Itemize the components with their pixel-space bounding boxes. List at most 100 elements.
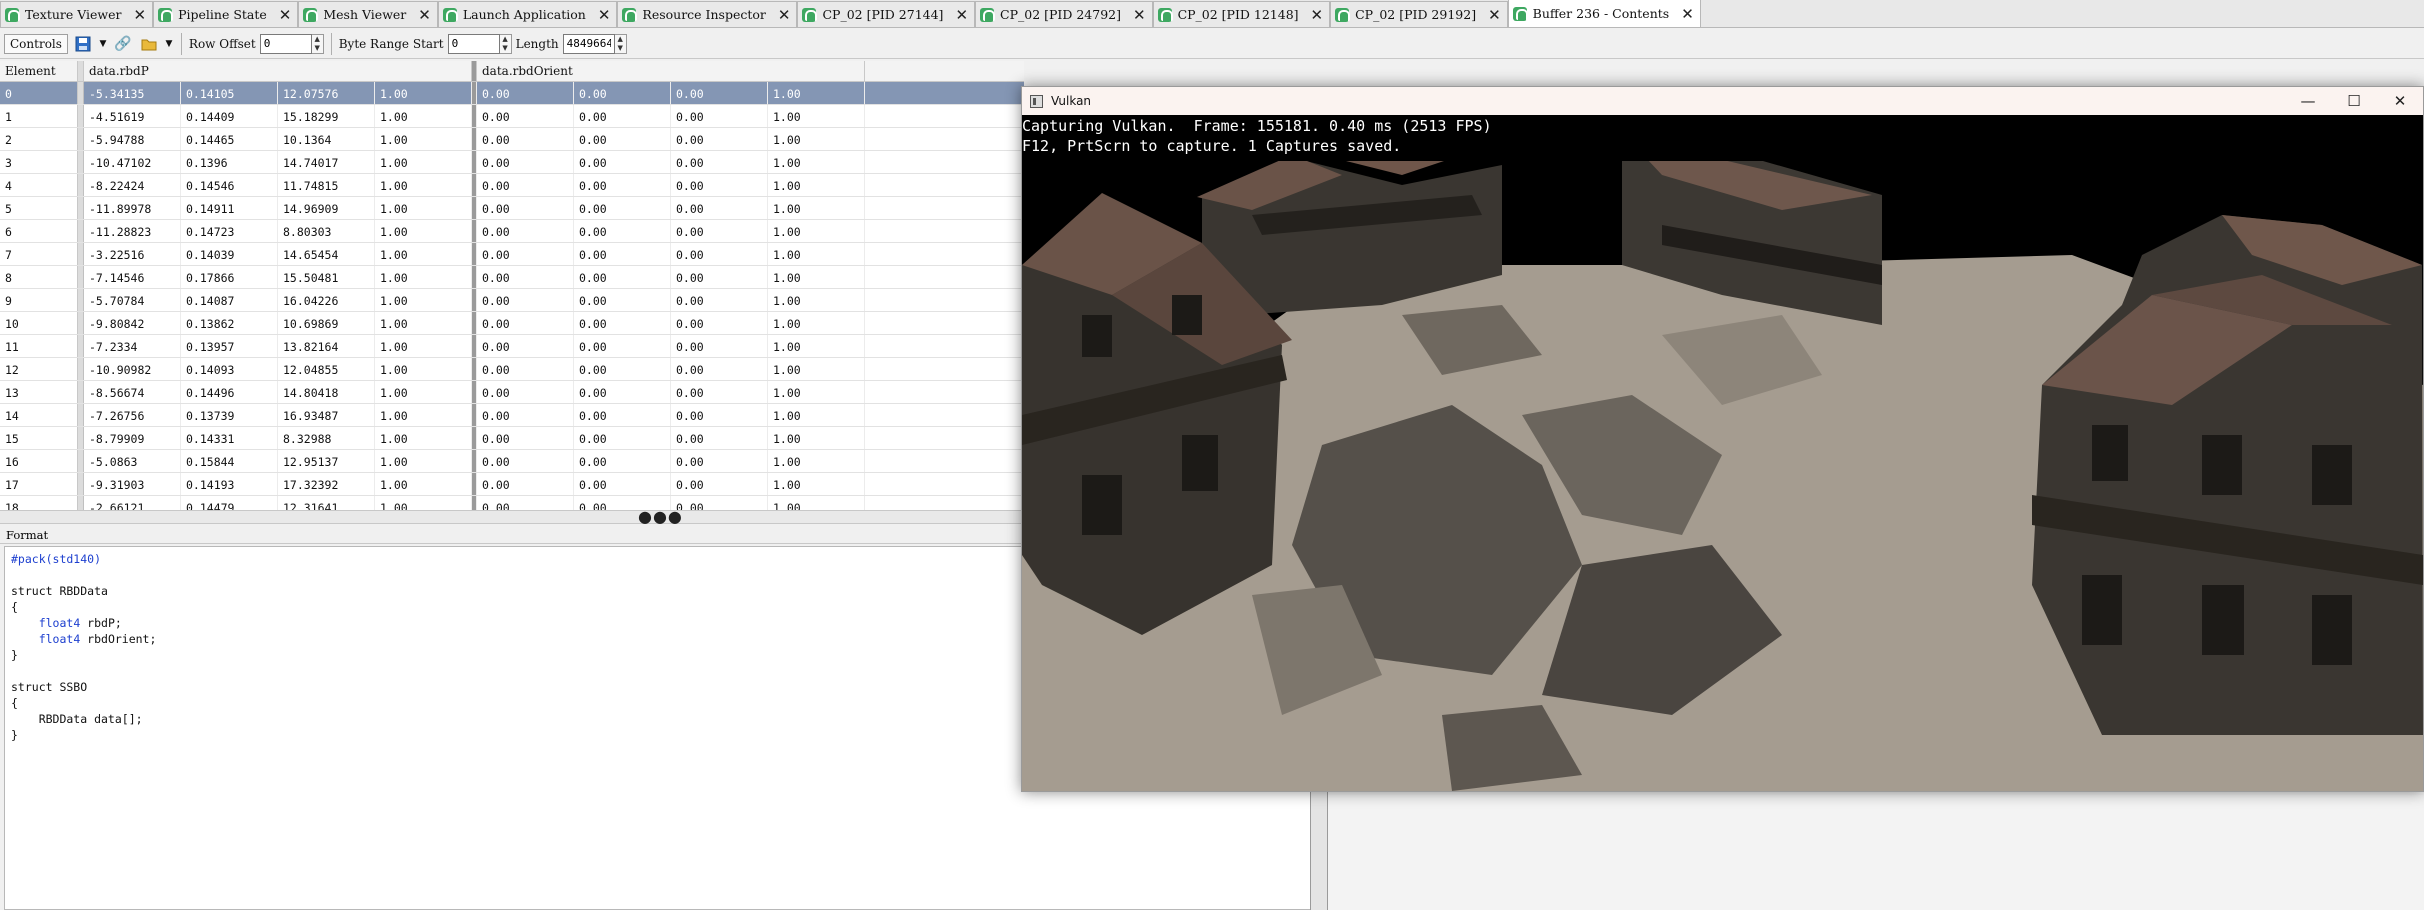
table-row[interactable]: 2 -5.94788 0.14465 10.1364 1.00 0.00 0.00 0.00 1…	[0, 128, 1024, 151]
tab-1[interactable]: Pipeline State ✕	[153, 1, 299, 27]
cell-rbdp: -8.22424	[84, 174, 181, 196]
table-row[interactable]: 16 -5.0863 0.15844 12.95137 1.00 0.00 0.00 0.00…	[0, 450, 1024, 473]
table-row[interactable]: 5 -11.89978 0.14911 14.96909 1.00 0.00 0.00 0.0…	[0, 197, 1024, 220]
cell-rbdp: 1.00	[375, 82, 472, 104]
table-row[interactable]: 4 -8.22424 0.14546 11.74815 1.00 0.00 0.00 0.00…	[0, 174, 1024, 197]
tab-close-icon[interactable]: ✕	[1311, 6, 1324, 24]
buffer-table[interactable]: Element data.rbdP data.rbdOrient 0 -5.341…	[0, 61, 1024, 510]
vulkan-window[interactable]: Vulkan — ☐ ✕ Capturing Vulkan. Frame: 15…	[1021, 86, 2424, 792]
cell-rbdorient: 1.00	[768, 404, 865, 426]
table-row[interactable]: 13 -8.56674 0.14496 14.80418 1.00 0.00 0.00 0.0…	[0, 381, 1024, 404]
cell-rbdp: 14.96909	[278, 197, 375, 219]
vulkan-render-viewport[interactable]: Capturing Vulkan. Frame: 155181. 0.40 ms…	[1022, 115, 2423, 791]
tab-8[interactable]: CP_02 [PID 29192] ✕	[1330, 1, 1508, 27]
renderdoc-tab-icon	[303, 7, 319, 22]
tab-close-icon[interactable]: ✕	[778, 6, 791, 24]
row-offset-input[interactable]	[259, 33, 312, 54]
tab-close-icon[interactable]: ✕	[598, 6, 611, 24]
renderdoc-tab-icon	[802, 7, 818, 22]
link-icon[interactable]: 🔗	[112, 33, 134, 55]
dropdown-arrow-icon[interactable]: ▼	[164, 33, 174, 55]
cell-rbdorient: 0.00	[477, 128, 574, 150]
dropdown-arrow-icon[interactable]: ▼	[98, 33, 108, 55]
table-row[interactable]: 14 -7.26756 0.13739 16.93487 1.00 0.00 0.00 0.0…	[0, 404, 1024, 427]
tab-close-icon[interactable]: ✕	[1681, 5, 1694, 23]
save-icon[interactable]	[72, 33, 94, 55]
tab-close-icon[interactable]: ✕	[279, 6, 292, 24]
cell-rbdp: 8.32988	[278, 427, 375, 449]
length-stepper[interactable]: ▲ ▼	[614, 33, 627, 54]
table-row[interactable]: 15 -8.79909 0.14331 8.32988 1.00 0.00 0.00 0.00…	[0, 427, 1024, 450]
table-row[interactable]: 3 -10.47102 0.1396 14.74017 1.00 0.00 0.00 0.00…	[0, 151, 1024, 174]
cell-rbdorient: 0.00	[574, 335, 671, 357]
cell-rbdorient: 0.00	[477, 496, 574, 510]
row-offset-stepper[interactable]: ▲ ▼	[311, 33, 324, 54]
length-input[interactable]	[562, 33, 615, 54]
cell-rbdorient: 0.00	[477, 335, 574, 357]
tab-close-icon[interactable]: ✕	[418, 6, 431, 24]
cell-element: 11	[0, 335, 78, 357]
table-row[interactable]: 7 -3.22516 0.14039 14.65454 1.00 0.00 0.00 0.00…	[0, 243, 1024, 266]
tab-3[interactable]: Launch Application ✕	[437, 1, 618, 27]
tab-4[interactable]: Resource Inspector ✕	[617, 1, 798, 27]
column-header-element[interactable]: Element	[0, 61, 78, 81]
tab-7[interactable]: CP_02 [PID 12148] ✕	[1152, 1, 1331, 27]
cell-element: 18	[0, 496, 78, 510]
tab-close-icon[interactable]: ✕	[134, 6, 147, 24]
cell-rbdp: -4.51619	[84, 105, 181, 127]
table-row[interactable]: 6 -11.28823 0.14723 8.80303 1.00 0.00 0.00 0.00…	[0, 220, 1024, 243]
cell-rbdorient: 1.00	[768, 174, 865, 196]
cell-rbdorient: 0.00	[477, 381, 574, 403]
column-header-rbdp[interactable]: data.rbdP	[84, 61, 472, 81]
controls-button[interactable]: Controls	[4, 33, 68, 54]
renderdoc-tab-icon	[1335, 7, 1351, 22]
table-row[interactable]: 18 -2.66121 0.14479 12.31641 1.00 0.00 0.00 0.0…	[0, 496, 1024, 510]
cell-rbdp: -8.56674	[84, 381, 181, 403]
vulkan-titlebar[interactable]: Vulkan — ☐ ✕	[1022, 87, 2423, 115]
close-icon[interactable]: ✕	[2377, 87, 2423, 115]
tab-6[interactable]: CP_02 [PID 24792] ✕	[975, 1, 1153, 27]
table-row[interactable]: 10 -9.80842 0.13862 10.69869 1.00 0.00 0.00 0.0…	[0, 312, 1024, 335]
cell-rbdorient: 0.00	[477, 105, 574, 127]
tab-label: Resource Inspector	[642, 7, 766, 22]
splitter-handle-icon[interactable]: ●●●	[638, 509, 683, 525]
cell-rbdorient: 0.00	[671, 174, 768, 196]
table-row[interactable]: 17 -9.31903 0.14193 17.32392 1.00 0.00 0.00 0.0…	[0, 473, 1024, 496]
byte-range-start-input[interactable]	[447, 33, 500, 54]
table-row[interactable]: 12 -10.90982 0.14093 12.04855 1.00 0.00 0.00 0.…	[0, 358, 1024, 381]
folder-icon[interactable]	[138, 33, 160, 55]
table-row[interactable]: 11 -7.2334 0.13957 13.82164 1.00 0.00 0.00 0.00…	[0, 335, 1024, 358]
cell-rbdorient: 0.00	[574, 220, 671, 242]
cell-rbdp: 10.69869	[278, 312, 375, 334]
column-header-rbdorient[interactable]: data.rbdOrient	[477, 61, 865, 81]
byte-range-stepper[interactable]: ▲ ▼	[499, 33, 512, 54]
maximize-icon[interactable]: ☐	[2331, 87, 2377, 115]
minimize-icon[interactable]: —	[2285, 87, 2331, 115]
tab-close-icon[interactable]: ✕	[1133, 6, 1146, 24]
cell-rbdp: 0.1396	[181, 151, 278, 173]
cell-rbdp: 12.07576	[278, 82, 375, 104]
cell-element: 7	[0, 243, 78, 265]
tab-0[interactable]: Texture Viewer ✕	[0, 1, 154, 27]
cell-rbdorient: 1.00	[768, 105, 865, 127]
cell-rbdp: 1.00	[375, 312, 472, 334]
cell-rbdorient: 0.00	[671, 312, 768, 334]
tab-close-icon[interactable]: ✕	[1488, 6, 1501, 24]
cell-rbdorient: 0.00	[574, 381, 671, 403]
cell-rbdp: 0.14546	[181, 174, 278, 196]
table-row[interactable]: 0 -5.34135 0.14105 12.07576 1.00 0.00 0.00 0.00…	[0, 82, 1024, 105]
table-row[interactable]: 8 -7.14546 0.17866 15.50481 1.00 0.00 0.00 0.00…	[0, 266, 1024, 289]
tab-2[interactable]: Mesh Viewer ✕	[298, 1, 438, 27]
tab-close-icon[interactable]: ✕	[955, 6, 968, 24]
toolbar-separator	[180, 32, 182, 55]
tab-9[interactable]: Buffer 236 - Contents ✕	[1507, 0, 1701, 27]
renderdoc-tab-icon	[5, 7, 20, 22]
cell-rbdorient: 1.00	[768, 427, 865, 449]
table-row[interactable]: 1 -4.51619 0.14409 15.18299 1.00 0.00 0.00 0.00…	[0, 105, 1024, 128]
renderdoc-tab-icon	[980, 7, 996, 22]
cell-rbdorient: 0.00	[671, 220, 768, 242]
cell-rbdorient: 0.00	[574, 450, 671, 472]
tab-5[interactable]: CP_02 [PID 27144] ✕	[797, 1, 976, 27]
table-row[interactable]: 9 -5.70784 0.14087 16.04226 1.00 0.00 0.00 0.00…	[0, 289, 1024, 312]
cell-rbdorient: 1.00	[768, 266, 865, 288]
